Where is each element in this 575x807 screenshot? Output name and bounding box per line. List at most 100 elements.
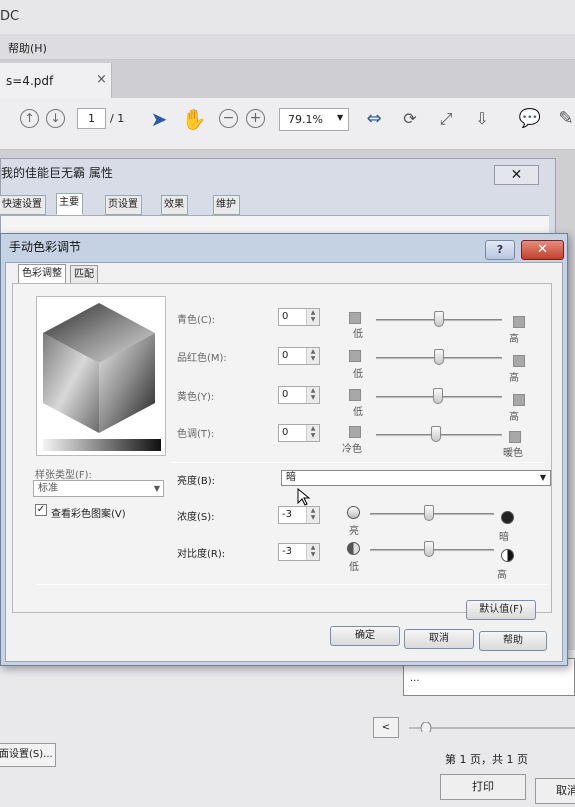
defaults-button[interactable]: 默认值(F) [466,600,536,620]
cyan-slider-thumb[interactable] [434,311,444,327]
cancel-button[interactable]: 取消 [404,629,474,649]
close-icon[interactable]: ✕ [494,165,539,185]
down-arrow-icon[interactable]: ↓ [46,109,65,128]
magenta-low-label: 低 [353,369,363,380]
select-arrow-icon[interactable]: ➤ [145,106,173,134]
divider [37,584,547,585]
chevron-down-icon: ▼ [337,113,344,122]
spinner-arrows-icon[interactable]: ▲ ▼ [306,507,319,523]
tab-matching[interactable]: 匹配 [70,265,98,284]
intensity-spinner[interactable]: -3 ▲ ▼ [278,506,320,524]
contrast-value: -3 [282,546,292,557]
help-button[interactable]: 帮助 [479,631,547,651]
yellow-label: 黄色(Y): [177,392,215,403]
brightness-select[interactable]: 暗 ▼ [281,470,551,486]
tab-maintenance[interactable]: 维护 [213,195,240,215]
brightness-label: 亮度(B): [177,476,216,487]
high-swatch [513,355,525,367]
warm-swatch [509,431,521,443]
spinner-arrows-icon[interactable]: ▲ ▼ [306,425,319,441]
dark-circle-icon [501,511,514,524]
light-circle-icon [347,506,360,519]
tone-high-label: 暖色 [503,448,523,459]
zoom-out-icon[interactable]: − [219,109,238,128]
page-number-input[interactable]: 1 [77,108,106,129]
tab-effects-label: 效果 [164,199,184,210]
page-total: / 1 [110,112,125,125]
document-tab-label: s=4.pdf [6,74,54,88]
menu-help[interactable]: 帮助(H) [8,40,47,56]
tab-maintenance-label: 维护 [216,199,236,210]
rotate-icon[interactable]: ⟳ [396,106,424,134]
menubar: 帮助(H) [0,34,575,60]
ok-button[interactable]: 确定 [330,626,400,646]
tab-color-adjust[interactable]: 色彩调整 [18,264,66,285]
tab-main[interactable]: 主要 [56,193,83,215]
gray-cube-image [43,303,161,451]
zoom-select[interactable]: 79.1% ▼ [279,108,349,131]
cyan-spinner[interactable]: 0 ▲ ▼ [278,308,320,326]
contrast-high-label: 高 [497,570,507,581]
tab-color-adjust-label: 色彩调整 [22,268,62,279]
intensity-label: 浓度(S): [177,512,215,523]
tab-matching-label: 匹配 [74,269,94,280]
cyan-label: 青色(C): [177,315,216,326]
color-adjust-pane: 样张类型(F): 标准 ▼ ✓ 查看彩色图案(V) 青色(C): 0 ▲ ▼ 低 高… [12,283,552,613]
print-button[interactable]: 打印 [440,774,526,800]
hand-icon[interactable]: ✋ [180,106,208,134]
preview-dots: ... [410,673,420,684]
contrast-slider-thumb[interactable] [424,541,434,557]
cursor-arrow-icon [297,488,311,506]
tab-main-label: 主要 [59,197,79,208]
up-arrow-icon[interactable]: ↑ [20,109,39,128]
contrast-low-label: 低 [349,562,359,573]
page-setup-button[interactable]: 面设置(S)... [0,743,56,767]
low-swatch [349,312,361,324]
tab-page-setup[interactable]: 页设置 [105,195,142,215]
spinner-arrows-icon[interactable]: ▲ ▼ [306,387,319,403]
view-color-pattern-label: 查看彩色图案(V) [51,509,126,520]
document-tab[interactable]: s=4.pdf × [0,63,112,98]
full-screen-icon[interactable]: ⤢ [432,106,460,134]
tone-label: 色调(T): [177,429,215,440]
zoom-in-icon[interactable]: + [246,109,265,128]
sample-type-value: 标准 [38,483,58,494]
sample-preview [36,296,166,456]
help-icon[interactable]: ? [485,240,515,260]
spinner-arrows-icon[interactable]: ▲ ▼ [306,309,319,325]
yellow-value: 0 [282,389,289,400]
sample-type-select[interactable]: 标准 ▼ [33,480,164,497]
cyan-value: 0 [282,311,289,322]
pen-icon[interactable]: ✎ [552,106,575,134]
high-swatch [513,316,525,328]
tab-quick-setup[interactable]: 快速设置 [0,195,46,215]
tone-spinner[interactable]: 0 ▲ ▼ [278,424,320,442]
comment-icon[interactable]: 💬 [516,106,544,134]
tab-effects[interactable]: 效果 [161,195,188,215]
view-color-pattern-checkbox[interactable]: ✓ [35,504,47,516]
contrast-spinner[interactable]: -3 ▲ ▼ [278,543,320,561]
dialog-body: 色彩调整 匹配 样张类型(F): 标准 ▼ ✓ 查看彩色图案(V) 青色(C):… [5,262,563,662]
page-slider[interactable] [405,722,575,732]
print-cancel-button[interactable]: 取消 [535,778,575,804]
magenta-spinner[interactable]: 0 ▲ ▼ [278,347,320,365]
prev-page-button[interactable]: < [373,717,399,738]
yellow-spinner[interactable]: 0 ▲ ▼ [278,386,320,404]
properties-title: 我的佳能巨无霸 属性 [1,166,113,180]
tone-slider-thumb[interactable] [431,426,441,442]
cyan-low-label: 低 [353,329,363,340]
intensity-slider-thumb[interactable] [424,505,434,521]
read-mode-icon[interactable]: ⇩ [468,106,496,134]
high-swatch [513,394,525,406]
fit-width-icon[interactable]: ⇔ [360,106,388,134]
cyan-high-label: 高 [509,334,519,345]
spinner-arrows-icon[interactable]: ▲ ▼ [306,348,319,364]
yellow-slider-thumb[interactable] [433,388,443,404]
cool-swatch [349,426,361,438]
close-icon[interactable]: ✕ [521,240,564,260]
toolbar: ↑ ↓ 1 / 1 ➤ ✋ − + 79.1% ▼ ⇔ ⟳ ⤢ ⇩ 💬 ✎ [0,98,575,150]
spinner-arrows-icon[interactable]: ▲ ▼ [306,544,319,560]
zoom-value: 79.1% [288,113,323,126]
close-tab-icon[interactable]: × [96,72,107,87]
magenta-slider-thumb[interactable] [434,349,444,365]
